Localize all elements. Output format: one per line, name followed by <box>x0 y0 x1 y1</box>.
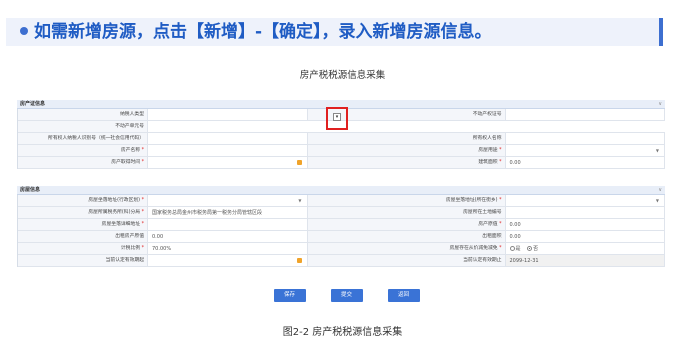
field-label: 房产取得时间 * <box>18 157 148 168</box>
valid-to-input: 2099-12-31 <box>505 255 665 266</box>
section-title: 房屋信息 <box>20 187 41 193</box>
instruction-banner: 如需新增房源，点击【新增】-【确定】，录入新增房源信息。 <box>6 18 663 46</box>
field-label: 房屋用途 * <box>307 145 506 156</box>
field-label: 计税比例 * <box>18 243 148 254</box>
field-label: 房屋所在土地编号 <box>307 207 506 218</box>
field-label: 房屋坐落地址(行政区划) * <box>18 195 148 206</box>
reduction-radio-group: 是 否 <box>505 243 665 254</box>
tax-ratio-input[interactable]: 70.00% <box>148 243 308 254</box>
field-label: 不动产单元号 <box>18 121 148 132</box>
banner-text: 如需新增房源，点击【新增】-【确定】，录入新增房源信息。 <box>34 22 492 42</box>
tax-office-select[interactable]: 国家税务总局金州市税务局第一税务分局管辖区段 <box>148 207 308 218</box>
owner-tax-id-input[interactable] <box>148 133 308 144</box>
figure-caption: 图2-2 房产税税源信息采集 <box>282 327 403 338</box>
field-label: 当前认定有效期起 <box>18 255 148 266</box>
street-select[interactable]: ▼ <box>505 195 665 206</box>
field-label: 房屋坐落地址(所在街乡) * <box>307 195 506 206</box>
original-value-input[interactable]: 0.00 <box>505 219 665 230</box>
radio-no[interactable] <box>527 246 533 251</box>
form-row: 房产名称 * 房屋用途 * ▼ <box>18 145 665 157</box>
form-row: 房屋坐落详细地址 * 房产原值 * 0.00 <box>18 219 665 231</box>
dropdown-arrow-icon[interactable]: ▼ <box>656 145 659 156</box>
form-row: 计税比例 * 70.00% 房屋存在从价减免减免 * 是 否 <box>18 243 665 255</box>
field-label: 出租房产原值 <box>18 231 148 242</box>
form-row: 房屋坐落地址(行政区划) * ▼ 房屋坐落地址(所在街乡) * ▼ <box>18 195 665 207</box>
action-bar: 保存 提交 返回 <box>0 289 685 302</box>
field-label: 出租面积 <box>307 231 506 242</box>
chevron-down-icon[interactable]: ∨ <box>658 186 662 195</box>
section-title: 房产证信息 <box>20 101 46 107</box>
rental-area-input[interactable]: 0.00 <box>505 231 665 242</box>
field-label: 房产原值 * <box>307 219 506 230</box>
radio-yes[interactable] <box>509 246 515 251</box>
property-name-input[interactable] <box>148 145 308 156</box>
save-button[interactable]: 保存 <box>273 289 306 302</box>
dropdown-arrow-icon[interactable]: ▼ <box>656 195 659 206</box>
field-label: 建筑面积 * <box>307 157 506 168</box>
dropdown-arrow-icon[interactable]: ▼ <box>298 195 301 206</box>
land-number-input[interactable] <box>505 207 665 218</box>
calendar-icon[interactable] <box>296 258 302 263</box>
highlight-annotation <box>326 107 348 130</box>
property-cert-number-input[interactable] <box>505 109 665 120</box>
submit-button[interactable]: 提交 <box>330 289 363 302</box>
rental-value-input[interactable]: 0.00 <box>148 231 308 242</box>
form-row: 所有权人纳税人识别号（统一社会信用代码） 所有权人名称 <box>18 133 665 145</box>
form-row: 房屋所属税务所(科)分局 * 国家税务总局金州市税务局第一税务分局管辖区段 房屋… <box>18 207 665 219</box>
field-label: 房产名称 * <box>18 145 148 156</box>
detailed-address-input[interactable] <box>148 219 308 230</box>
building-area-input[interactable]: 0.00 <box>505 157 665 168</box>
house-info-section: 房屋信息 ∨ 房屋坐落地址(行政区划) * ▼ 房屋坐落地址(所在街乡) * ▼… <box>17 186 665 267</box>
acquisition-date-input[interactable] <box>148 157 308 168</box>
bullet-icon <box>20 27 28 35</box>
field-label: 当前认定有效期止 <box>307 255 506 266</box>
field-label: 房屋存在从价减免减免 * <box>307 243 506 254</box>
calendar-icon[interactable] <box>296 160 302 165</box>
property-use-select[interactable]: ▼ <box>505 145 665 156</box>
valid-from-input[interactable] <box>148 255 308 266</box>
field-label: 房屋坐落详细地址 * <box>18 219 148 230</box>
field-label: 所有权人纳税人识别号（统一社会信用代码） <box>18 133 148 144</box>
field-label: 纳税人类型 <box>18 109 148 120</box>
field-label: 所有权人名称 <box>307 133 506 144</box>
form-row: 房产取得时间 * 建筑面积 * 0.00 <box>18 157 665 169</box>
form-title: 房产税税源信息采集 <box>299 70 386 81</box>
back-button[interactable]: 返回 <box>387 289 420 302</box>
chevron-down-icon[interactable]: ∨ <box>658 100 662 109</box>
field-label: 房屋所属税务所(科)分局 * <box>18 207 148 218</box>
admin-region-select[interactable]: ▼ <box>148 195 308 206</box>
property-unit-number-input[interactable] <box>148 121 665 132</box>
taxpayer-type-select[interactable] <box>148 109 308 120</box>
owner-name-input[interactable] <box>505 133 665 144</box>
section-header[interactable]: 房屋信息 ∨ <box>17 186 665 195</box>
form-row: 当前认定有效期起 当前认定有效期止 2099-12-31 <box>18 255 665 267</box>
form-row: 出租房产原值 0.00 出租面积 0.00 <box>18 231 665 243</box>
